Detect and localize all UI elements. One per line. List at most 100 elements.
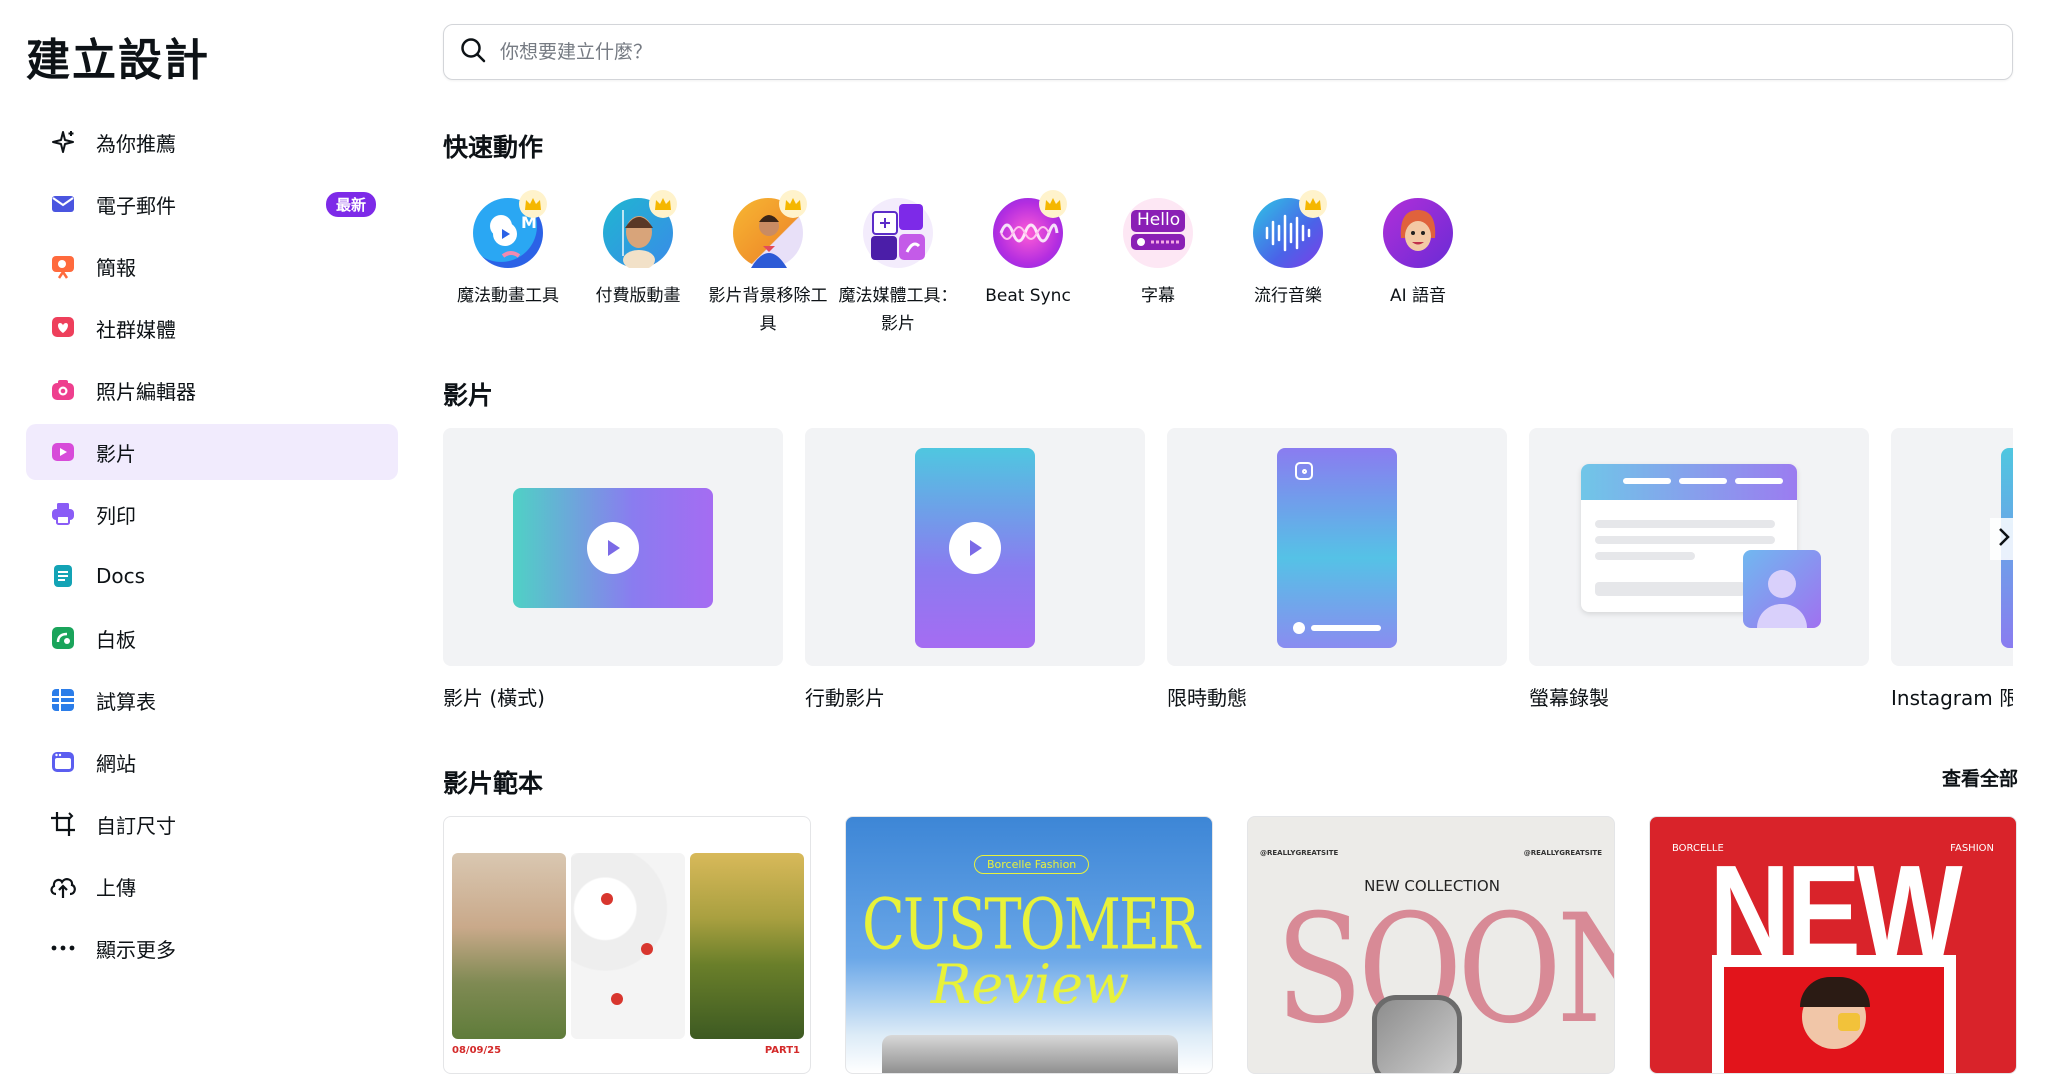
- screen-record-icon: [1529, 428, 1869, 666]
- sidebar-item-custom-size[interactable]: 自訂尺寸: [26, 796, 398, 852]
- premium-animation-icon: [603, 190, 677, 268]
- sidebar-item-spreadsheet[interactable]: 試算表: [26, 672, 398, 728]
- cloud-upload-icon: [48, 871, 78, 901]
- sidebar-item-label: 顯示更多: [96, 937, 176, 962]
- quick-action-premium-animation[interactable]: 付費版動畫: [573, 190, 703, 338]
- website-icon: [48, 747, 78, 777]
- video-type-instagram-story[interactable]: Instagram 限時動態影片: [1891, 428, 2013, 711]
- sidebar-item-whiteboard[interactable]: 白板: [26, 610, 398, 666]
- video-type-label: Instagram 限時動態影片: [1891, 686, 2013, 710]
- search-bar[interactable]: [443, 24, 2013, 80]
- quick-action-captions[interactable]: Hello 字幕: [1093, 198, 1223, 338]
- template-new-fashion[interactable]: BORCELLE FASHION NEW: [1649, 816, 2017, 1074]
- template-date: 08/09/25: [452, 1045, 502, 1056]
- quick-action-magic-animate[interactable]: M 魔法動畫工具: [443, 190, 573, 338]
- quick-action-label: 魔法媒體工具：影片: [838, 286, 958, 334]
- new-badge: 最新: [325, 191, 376, 217]
- sidebar: 建立設計 為你推薦 電子郵件 最新 簡報 社群媒體 照片編輯器 影片 列印 Do…: [0, 0, 420, 1074]
- carousel-next-button[interactable]: [1990, 518, 2018, 560]
- video-type-story[interactable]: 限時動態: [1167, 428, 1507, 711]
- template-script: Review: [930, 953, 1130, 1016]
- template-handle-left: @REALLYGREATSITE: [1260, 849, 1339, 857]
- landscape-video-icon: [443, 428, 783, 666]
- sidebar-item-label: 為你推薦: [96, 131, 176, 156]
- sparkle-icon: [48, 127, 78, 157]
- sidebar-item-label: 白板: [96, 627, 136, 652]
- sidebar-item-video[interactable]: 影片: [26, 424, 398, 480]
- quick-action-background-remover[interactable]: 影片背景移除工具: [703, 190, 833, 338]
- sidebar-item-label: 影片: [96, 441, 136, 466]
- sidebar-item-label: 試算表: [96, 689, 156, 714]
- mobile-video-icon: [805, 428, 1145, 666]
- videos-title: 影片: [443, 381, 494, 410]
- crown-icon: [649, 190, 677, 218]
- background-remover-icon: [733, 190, 807, 268]
- template-photo-collage[interactable]: 08/09/25 PART1: [443, 816, 811, 1074]
- search-icon: [458, 35, 488, 69]
- camera-icon: [48, 375, 78, 405]
- crown-icon: [519, 190, 547, 218]
- sidebar-item-print[interactable]: 列印: [26, 486, 398, 542]
- sidebar-item-upload[interactable]: 上傳: [26, 858, 398, 914]
- main-content: 快速動作 M 魔法動畫工具 付費版動畫 影片背景移除工具: [443, 0, 2018, 1074]
- sidebar-nav: 為你推薦 電子郵件 最新 簡報 社群媒體 照片編輯器 影片 列印 Docs 白板…: [26, 114, 398, 982]
- sidebar-item-show-more[interactable]: 顯示更多: [26, 920, 398, 976]
- sidebar-item-label: 照片編輯器: [96, 379, 196, 404]
- video-type-label: 影片 (橫式): [443, 686, 545, 710]
- quick-action-label: 影片背景移除工具: [708, 286, 828, 334]
- quick-action-music[interactable]: 流行音樂: [1223, 190, 1353, 338]
- quick-action-label: 付費版動畫: [595, 286, 681, 306]
- templates-title: 影片範本: [443, 769, 544, 798]
- ai-voice-icon: [1383, 198, 1453, 268]
- spreadsheet-icon: [48, 685, 78, 715]
- quick-action-label: 字幕: [1141, 286, 1175, 306]
- template-part: PART1: [764, 1045, 800, 1056]
- sidebar-item-label: 自訂尺寸: [96, 813, 176, 838]
- see-all-link[interactable]: 查看全部: [1942, 764, 2018, 791]
- video-type-mobile[interactable]: 行動影片: [805, 428, 1145, 711]
- sidebar-item-for-you[interactable]: 為你推薦: [26, 114, 398, 170]
- template-customer-review[interactable]: Borcelle Fashion CUSTOMER Review: [845, 816, 1213, 1074]
- video-type-label: 限時動態: [1167, 686, 1247, 710]
- story-icon: [1167, 428, 1507, 666]
- sidebar-item-label: 上傳: [96, 875, 136, 900]
- quick-action-ai-voice[interactable]: AI 語音: [1353, 198, 1483, 338]
- video-type-screen-record[interactable]: 螢幕錄製: [1529, 428, 1869, 711]
- whiteboard-icon: [48, 623, 78, 653]
- sidebar-item-presentation[interactable]: 簡報: [26, 238, 398, 294]
- printer-icon: [48, 499, 78, 529]
- video-type-landscape[interactable]: 影片 (橫式): [443, 428, 783, 711]
- quick-action-label: 流行音樂: [1254, 286, 1322, 306]
- video-types-carousel: 影片 (橫式) 行動影片 限時動態 螢幕錄製 Instagram 限: [443, 428, 2013, 711]
- template-handle-right: @REALLYGREATSITE: [1523, 849, 1602, 857]
- templates-row: 08/09/25 PART1 Borcelle Fashion CUSTOMER…: [443, 816, 2017, 1074]
- doc-icon: [48, 561, 78, 591]
- search-input[interactable]: [500, 41, 1900, 63]
- sidebar-item-email[interactable]: 電子郵件 最新: [26, 176, 398, 232]
- magic-media-icon: [863, 198, 933, 268]
- template-new-collection[interactable]: @REALLYGREATSITE @REALLYGREATSITE NEW CO…: [1247, 816, 1615, 1074]
- sidebar-item-photo-editor[interactable]: 照片編輯器: [26, 362, 398, 418]
- heart-icon: [48, 313, 78, 343]
- quick-action-beat-sync[interactable]: Beat Sync: [963, 190, 1093, 338]
- magic-animate-icon: M: [473, 190, 547, 268]
- sidebar-item-website[interactable]: 網站: [26, 734, 398, 790]
- captions-icon: Hello: [1123, 198, 1193, 268]
- sidebar-item-social-media[interactable]: 社群媒體: [26, 300, 398, 356]
- quick-actions-row: M 魔法動畫工具 付費版動畫 影片背景移除工具 魔法媒體工具：影片 Beat S…: [443, 190, 1483, 338]
- quick-action-label: AI 語音: [1389, 286, 1447, 306]
- crown-icon: [779, 190, 807, 218]
- sidebar-item-label: 簡報: [96, 255, 136, 280]
- sidebar-item-docs[interactable]: Docs: [26, 548, 398, 604]
- page-title: 建立設計: [26, 35, 210, 86]
- presentation-icon: [48, 251, 78, 281]
- quick-action-magic-media[interactable]: 魔法媒體工具：影片: [833, 198, 963, 338]
- beat-sync-icon: [993, 190, 1067, 268]
- crown-icon: [1039, 190, 1067, 218]
- chevron-right-icon: [1997, 526, 2011, 552]
- envelope-icon: [48, 189, 78, 219]
- sidebar-item-label: 網站: [96, 751, 136, 776]
- crop-icon: [48, 809, 78, 839]
- video-type-label: 螢幕錄製: [1529, 686, 1609, 710]
- crown-icon: [1299, 190, 1327, 218]
